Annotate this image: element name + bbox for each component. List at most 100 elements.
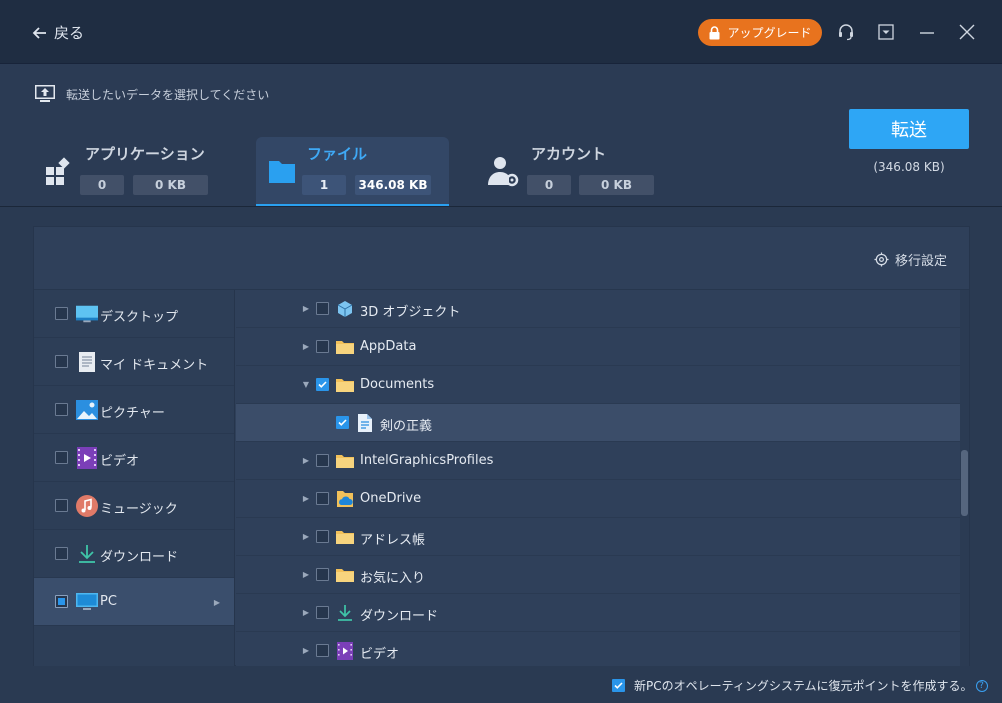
tree-row-label: 3D オブジェクト (360, 305, 461, 320)
tree-checkbox[interactable] (316, 302, 329, 315)
upgrade-button[interactable]: アップグレード (698, 19, 822, 46)
sidebar-checkbox[interactable] (55, 307, 68, 320)
tab-files[interactable]: ファイル 1 346.08 KB (256, 137, 449, 206)
tree-row[interactable]: ▶ ビデオ (236, 632, 960, 666)
sidebar-item-music[interactable]: ミュージック (34, 482, 234, 530)
library-sidebar: デスクトップ マイ ドキュメント ピクチャー ビデオ ミュージック ダウンロード (34, 290, 235, 666)
tab-applications-size: 0 KB (133, 175, 208, 195)
sidebar-item-label: ピクチャー (100, 406, 165, 421)
back-button[interactable]: 戻る (32, 22, 84, 43)
transfer-size: (346.08 KB) (873, 160, 945, 174)
collapse-arrow-icon[interactable]: ▼ (302, 380, 310, 389)
restore-point-option[interactable]: 新PCのオペレーティングシステムに復元ポイントを作成する。 ? (612, 677, 988, 694)
tree-checkbox[interactable] (316, 644, 329, 657)
tab-account[interactable]: アカウント 0 0 KB (476, 137, 676, 206)
expand-arrow-icon[interactable]: ▶ (302, 532, 310, 541)
folder-icon (336, 338, 354, 356)
tree-checkbox[interactable] (316, 454, 329, 467)
tree-checkbox[interactable] (336, 416, 349, 429)
sidebar-item-label: ミュージック (100, 502, 178, 517)
desktop-icon (76, 303, 98, 325)
arrow-left-icon (32, 26, 46, 39)
tab-files-size: 346.08 KB (355, 175, 431, 195)
download-icon (336, 604, 354, 622)
restore-point-checkbox[interactable] (612, 679, 625, 692)
minimize-icon[interactable] (917, 22, 937, 42)
file-selection-panel: 移行設定 デスクトップ マイ ドキュメント ピクチャー ビデオ ミュージック ダ… (33, 226, 970, 666)
download-icon (76, 543, 98, 565)
tab-account-size: 0 KB (579, 175, 654, 195)
expand-arrow-icon[interactable]: ▶ (302, 456, 310, 465)
title-bar: 戻る アップグレード (0, 0, 1002, 64)
expand-arrow-icon[interactable]: ▶ (302, 304, 310, 313)
tree-checkbox[interactable] (316, 492, 329, 505)
tab-applications-title: アプリケーション (85, 145, 205, 163)
sidebar-item-documents[interactable]: マイ ドキュメント (34, 338, 234, 386)
sidebar-checkbox[interactable] (55, 403, 68, 416)
data-selection-header: 転送したいデータを選択してください アプリケーション 0 0 KB ファイル 1… (0, 64, 1002, 207)
expand-arrow-icon[interactable]: ▶ (302, 570, 310, 579)
video-icon (76, 447, 98, 469)
sidebar-item-desktop[interactable]: デスクトップ (34, 290, 234, 338)
sidebar-checkbox[interactable] (55, 547, 68, 560)
headset-icon[interactable] (836, 22, 856, 42)
expand-arrow-icon[interactable]: ▶ (302, 342, 310, 351)
instruction-hint: 転送したいデータを選択してください (34, 84, 269, 104)
tree-row[interactable]: ▶ アドレス帳 (236, 518, 960, 556)
panel-toolbar: 移行設定 (34, 227, 969, 290)
tree-row-label: AppData (360, 339, 417, 354)
tree-row[interactable]: ▶ OneDrive (236, 480, 960, 518)
apps-icon (46, 157, 70, 185)
tree-row[interactable]: ▶ ダウンロード (236, 594, 960, 632)
pc-icon (76, 591, 98, 613)
help-icon[interactable]: ? (975, 679, 988, 692)
tree-row[interactable]: ▶ IntelGraphicsProfiles (236, 442, 960, 480)
folder-icon (336, 528, 354, 546)
sidebar-item-downloads[interactable]: ダウンロード (34, 530, 234, 578)
expand-arrow-icon[interactable]: ▶ (302, 608, 310, 617)
tree-row[interactable]: ▶ AppData (236, 328, 960, 366)
expand-arrow-icon[interactable]: ▶ (302, 646, 310, 655)
folder-tree: ▶ 3D オブジェクト ▶ AppData ▼ Documents 剣の正義 ▶… (236, 290, 960, 666)
file-doc-icon (356, 414, 374, 432)
tab-applications[interactable]: アプリケーション 0 0 KB (34, 137, 234, 206)
music-icon (76, 495, 98, 517)
sidebar-checkbox[interactable] (55, 595, 68, 608)
folder-icon (336, 452, 354, 470)
tree-row[interactable]: ▶ 3D オブジェクト (236, 290, 960, 328)
sidebar-checkbox[interactable] (55, 451, 68, 464)
tree-row-label: お気に入り (360, 571, 426, 586)
tree-row-label: ビデオ (360, 647, 400, 662)
sidebar-item-pc[interactable]: PC ▶ (34, 578, 234, 626)
tree-checkbox[interactable] (316, 378, 329, 391)
close-icon[interactable] (957, 22, 977, 42)
sidebar-checkbox[interactable] (55, 499, 68, 512)
sidebar-item-videos[interactable]: ビデオ (34, 434, 234, 482)
tree-checkbox[interactable] (316, 530, 329, 543)
dropdown-icon[interactable] (876, 22, 896, 42)
tree-checkbox[interactable] (316, 568, 329, 581)
scrollbar-thumb[interactable] (961, 450, 968, 516)
chevron-right-icon: ▶ (213, 598, 220, 607)
onedrive-icon (336, 490, 354, 508)
tree-row-label: 剣の正義 (380, 419, 433, 434)
tree-checkbox[interactable] (316, 606, 329, 619)
tree-row[interactable]: 剣の正義 (236, 404, 960, 442)
tab-files-title: ファイル (307, 145, 368, 163)
video-icon (336, 642, 354, 660)
tab-account-title: アカウント (531, 145, 607, 163)
back-label: 戻る (54, 24, 85, 42)
tree-checkbox[interactable] (316, 340, 329, 353)
tree-row-label: OneDrive (360, 491, 422, 506)
tree-scrollbar[interactable] (960, 290, 969, 666)
tree-row[interactable]: ▼ Documents (236, 366, 960, 404)
sidebar-checkbox[interactable] (55, 355, 68, 368)
tree-row[interactable]: ▶ お気に入り (236, 556, 960, 594)
migration-settings-button[interactable]: 移行設定 (874, 250, 947, 269)
tab-account-count: 0 (527, 175, 571, 195)
expand-arrow-icon[interactable]: ▶ (302, 494, 310, 503)
hint-text: 転送したいデータを選択してください (66, 87, 270, 102)
account-settings-icon (488, 157, 519, 187)
transfer-button[interactable]: 転送 (849, 109, 969, 149)
sidebar-item-pictures[interactable]: ピクチャー (34, 386, 234, 434)
